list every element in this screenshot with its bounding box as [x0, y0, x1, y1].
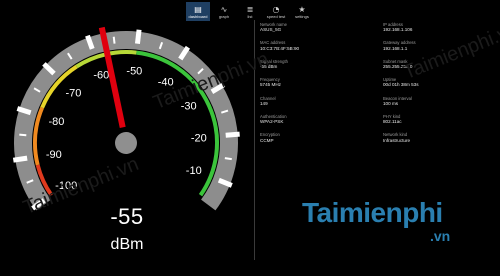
- info-field: Frequency 5745 MHz: [260, 77, 299, 95]
- info-field: Gateway address 192.168.1.1: [383, 40, 419, 58]
- gauge-color-arc: [33, 106, 45, 166]
- info-field: Authentication WPA2-PSK: [260, 114, 299, 132]
- info-value: Infrastructure: [383, 137, 411, 143]
- gauge-minor-tick: [112, 36, 116, 44]
- info-field: IP address 192.168.1.106: [383, 22, 419, 40]
- info-field: Encryption CCMP: [260, 132, 299, 150]
- signal-strength-unit: dBm: [110, 236, 144, 253]
- gauge-tick-label: -80: [48, 116, 64, 128]
- gauge-major-tick: [225, 131, 240, 138]
- gauge-tick-label: -90: [46, 149, 62, 161]
- network-info-column-right: IP address 192.168.1.106 Gateway address 19…: [383, 22, 419, 151]
- nav-tab-speed-test[interactable]: ◔ speed test: [264, 2, 288, 21]
- info-value: CCMP: [260, 137, 274, 143]
- nav-tab-label: speed test: [266, 13, 286, 19]
- nav-tab-settings[interactable]: ★ settings: [290, 2, 314, 21]
- info-label: Gateway address: [383, 40, 416, 46]
- signal-strength-value: -55: [110, 204, 144, 229]
- watermark-logo: Taimienphi: [302, 197, 443, 228]
- gear-icon: ★: [298, 4, 306, 14]
- gauge-tick-label: -60: [93, 69, 109, 81]
- info-value: 192.168.1.1: [383, 45, 408, 51]
- info-field: Channel 149: [260, 96, 299, 114]
- info-field: Network name ASUS_5G: [260, 22, 299, 40]
- info-field: Network kind Infrastructure: [383, 132, 419, 150]
- watermark-logo-suffix: .vn: [430, 228, 451, 244]
- gauge-tick-label: -20: [191, 132, 207, 144]
- info-value: 802.11ac: [383, 119, 402, 125]
- gauge-major-tick: [134, 29, 142, 44]
- gauge-tick-label: -10: [186, 165, 202, 177]
- gauge-hub: [115, 132, 137, 154]
- info-value: ASUS_5G: [260, 27, 282, 33]
- gauge-minor-tick: [224, 157, 232, 161]
- info-value: 10:C3:7B:4F:5B:90: [260, 45, 300, 51]
- nav-tab-label: settings: [295, 13, 309, 19]
- signal-gauge: -100-90-80-70-60 -50-40-30-20-10: [12, 26, 240, 211]
- speedometer-icon: ◔: [272, 4, 280, 14]
- gauge-tick-label: -50: [126, 65, 142, 77]
- gauge-minor-tick: [19, 133, 27, 137]
- network-info-column-left: Network name ASUS_5G MAC address 10:C3:7B:4…: [260, 22, 299, 151]
- info-value: 149: [260, 100, 268, 106]
- info-field: Beacon interval 100 ms: [383, 96, 419, 114]
- info-value: 100 ms: [383, 100, 399, 106]
- info-value: 192.168.1.106: [383, 27, 413, 33]
- info-value: WPA2-PSK: [260, 119, 284, 125]
- gauge-major-tick: [12, 155, 28, 163]
- gauge-tick-label: -70: [65, 87, 81, 99]
- info-value: 5745 MHz: [260, 82, 281, 88]
- info-field: PHY kind 802.11ac: [383, 114, 419, 132]
